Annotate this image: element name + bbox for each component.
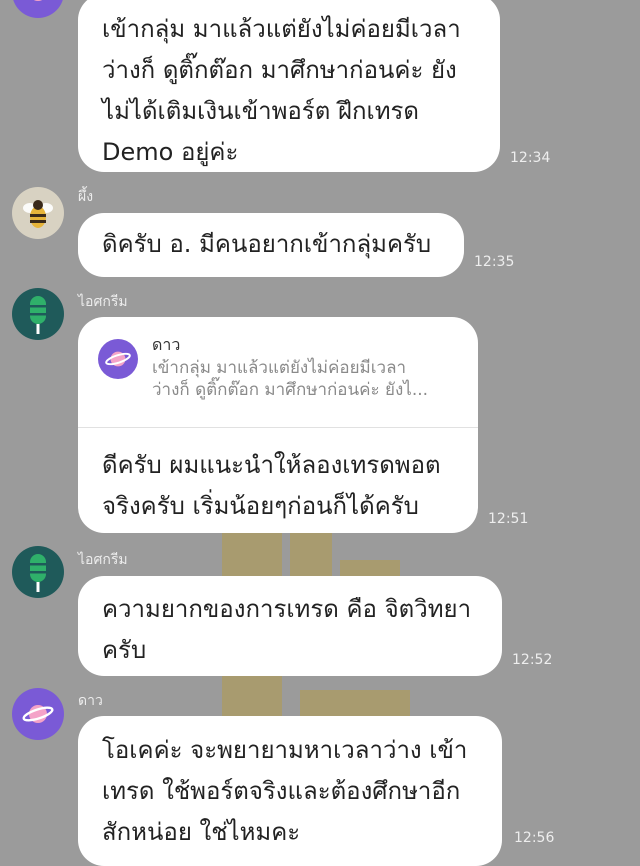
avatar-dao[interactable]	[12, 688, 64, 740]
message-time: 12:34	[510, 150, 551, 166]
planet-icon	[22, 705, 54, 723]
message-text: โอเคค่ะ จะพยายามหาเวลาว่าง เข้า เทรด ใช้…	[102, 736, 468, 846]
avatar-bee[interactable]	[12, 187, 64, 239]
message-text: ดีครับ ผมแนะนำให้ลองเทรดพอต จริงครับ เริ…	[102, 451, 441, 520]
avatar-dao[interactable]	[12, 0, 64, 18]
message-time: 12:56	[514, 830, 555, 846]
message-time: 12:35	[474, 254, 515, 270]
icecream-icon	[30, 296, 46, 334]
quote-text: เข้ากลุ่ม มาแล้วแต่ยังไม่ค่อยมีเวลา ว่าง…	[152, 358, 429, 400]
message-time: 12:52	[512, 652, 553, 668]
avatar-icecream[interactable]	[12, 288, 64, 340]
planet-icon	[33, 0, 43, 1]
chat-area: เข้ากลุ่ม มาแล้วแต่ยังไม่ค่อยมีเวลา ว่าง…	[0, 0, 640, 866]
message-text: เข้ากลุ่ม มาแล้วแต่ยังไม่ค่อยมีเวลา ว่าง…	[102, 15, 461, 166]
planet-icon	[105, 351, 131, 367]
message-bubble[interactable]: ความยากของการเทรด คือ จิตวิทยา ครับ	[78, 576, 502, 676]
sender-name: ไอศกรีม	[78, 294, 128, 310]
sender-name: ไอศกรีม	[78, 552, 128, 568]
bee-icon	[23, 200, 53, 228]
icecream-icon	[30, 554, 46, 592]
quote-sender-name: ดาว	[152, 335, 181, 354]
sender-name: ผึ้ง	[78, 189, 94, 205]
quote-avatar	[98, 339, 138, 379]
message-bubble[interactable]: ดิครับ อ. มีคนอยากเข้ากลุ่มครับ	[78, 213, 464, 277]
message-text: ดิครับ อ. มีคนอยากเข้ากลุ่มครับ	[102, 230, 432, 258]
message-time: 12:51	[488, 511, 529, 527]
message-bubble[interactable]: โอเคค่ะ จะพยายามหาเวลาว่าง เข้า เทรด ใช้…	[78, 716, 502, 866]
reply-divider	[78, 427, 478, 428]
message-bubble[interactable]: เข้ากลุ่ม มาแล้วแต่ยังไม่ค่อยมีเวลา ว่าง…	[78, 0, 500, 172]
reply-message-bubble[interactable]: ดาว เข้ากลุ่ม มาแล้วแต่ยังไม่ค่อยมีเวลา …	[78, 317, 478, 533]
sender-name: ดาว	[78, 693, 103, 709]
avatar-icecream[interactable]	[12, 546, 64, 598]
message-text: ความยากของการเทรด คือ จิตวิทยา ครับ	[102, 595, 472, 664]
